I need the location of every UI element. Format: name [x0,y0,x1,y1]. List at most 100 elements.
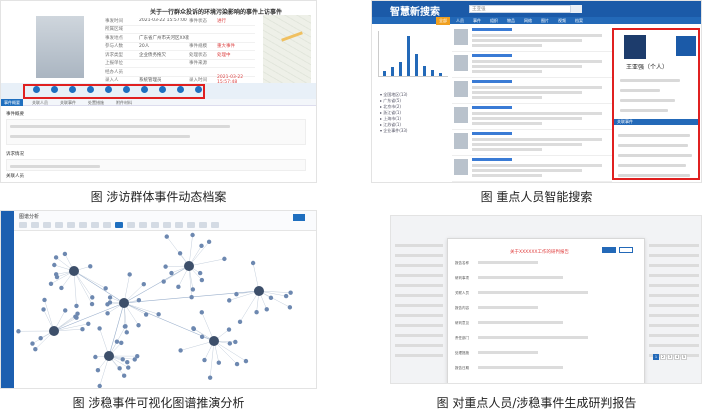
graph-node[interactable] [199,277,205,283]
action-icon[interactable] [173,86,187,93]
graph-node[interactable] [191,326,196,331]
report-field-value[interactable] [478,261,538,264]
graph-node[interactable] [169,270,174,276]
graph-node[interactable] [120,357,125,362]
report-field-value[interactable] [478,351,538,354]
tab-3[interactable]: 处置措施 [85,99,107,106]
graph-node[interactable] [119,340,124,346]
graph-node[interactable] [190,287,196,292]
report-field-value[interactable] [478,321,563,324]
graph-hub-node[interactable] [254,286,264,296]
toolbar-tool-icon[interactable] [115,222,123,228]
graph-node[interactable] [237,319,243,325]
graph-node[interactable] [156,312,161,317]
graph-hub-node[interactable] [119,298,129,308]
graph-node[interactable] [53,272,59,277]
graph-node[interactable] [105,302,110,307]
nav-item[interactable]: 组织 [487,17,501,25]
action-icon[interactable] [83,86,97,93]
page-button[interactable]: 2 [660,354,666,360]
graph-node[interactable] [268,295,274,301]
cancel-button[interactable] [619,247,633,253]
graph-node[interactable] [48,281,54,286]
graph-node[interactable] [123,324,128,329]
graph-node[interactable] [103,286,108,291]
graph-hub-node[interactable] [49,326,59,336]
relation-graph[interactable] [14,231,317,389]
tab-0[interactable]: 事件概要 [1,99,23,106]
graph-node[interactable] [127,272,132,277]
graph-node[interactable] [75,311,80,316]
toolbar-tool-icon[interactable] [175,222,183,228]
graph-node[interactable] [264,307,269,312]
graph-node[interactable] [121,373,127,378]
graph-node[interactable] [105,311,110,316]
graph-node[interactable] [135,353,140,359]
graph-hub-node[interactable] [209,336,219,346]
graph-node[interactable] [250,260,256,266]
nav-item[interactable]: 网络 [521,17,535,25]
graph-node[interactable] [42,297,47,303]
action-icon[interactable] [191,86,205,93]
graph-node[interactable] [38,335,43,341]
toolbar-tool-icon[interactable] [55,222,63,228]
graph-node[interactable] [86,321,91,327]
page-button[interactable]: 3 [667,354,673,360]
tab-2[interactable]: 关联事件 [57,99,79,106]
result-link[interactable] [472,80,512,83]
graph-hub-node[interactable] [104,351,114,361]
pagination[interactable]: 12345 [653,353,688,360]
nav-item[interactable]: 图片 [538,17,552,25]
toolbar-tool-icon[interactable] [19,222,27,228]
graph-node[interactable] [243,358,249,364]
graph-node[interactable] [234,361,240,367]
graph-node[interactable] [207,375,213,380]
graph-node[interactable] [74,303,79,309]
graph-node[interactable] [189,295,194,300]
graph-node[interactable] [234,291,239,297]
graph-node[interactable] [107,295,113,300]
graph-node[interactable] [62,251,68,257]
graph-node[interactable] [227,341,233,346]
graph-node[interactable] [97,326,102,331]
action-icon[interactable] [65,86,79,93]
report-field-value[interactable] [478,336,588,339]
graph-node[interactable] [226,327,232,332]
graph-node[interactable] [16,329,21,334]
toolbar-tool-icon[interactable] [67,222,75,228]
graph-node[interactable] [136,297,142,303]
graph-node[interactable] [88,264,93,269]
action-icon[interactable] [119,86,133,93]
tab-4[interactable]: 附件材料 [113,99,135,106]
graph-node[interactable] [90,295,95,300]
toolbar-tool-icon[interactable] [31,222,39,228]
tab-1[interactable]: 关联人员 [29,99,51,106]
graph-node[interactable] [202,357,207,363]
toolbar-tool-icon[interactable] [151,222,159,228]
graph-search-button[interactable] [293,214,305,221]
graph-node[interactable] [206,239,212,245]
graph-node[interactable] [164,234,169,239]
nav-item[interactable]: 人员 [453,17,467,25]
graph-node[interactable] [190,232,195,238]
action-icon[interactable] [47,86,61,93]
graph-node[interactable] [199,243,204,249]
nav-item[interactable]: 档案 [572,17,586,25]
graph-node[interactable] [30,341,35,346]
graph-node[interactable] [59,285,64,291]
toolbar-tool-icon[interactable] [79,222,87,228]
graph-node[interactable] [177,251,183,256]
graph-hub-node[interactable] [69,266,79,276]
graph-hub-node[interactable] [184,261,194,271]
nav-item[interactable]: 视频 [555,17,569,25]
graph-node[interactable] [222,256,227,262]
page-button[interactable]: 4 [674,354,680,360]
nav-item[interactable]: 事件 [470,17,484,25]
action-icon[interactable] [101,86,115,93]
graph-node[interactable] [178,348,183,353]
graph-node[interactable] [176,284,181,290]
report-field-value[interactable] [478,291,588,294]
graph-node[interactable] [199,334,205,339]
report-field-value[interactable] [478,306,538,309]
graph-node[interactable] [53,255,59,260]
